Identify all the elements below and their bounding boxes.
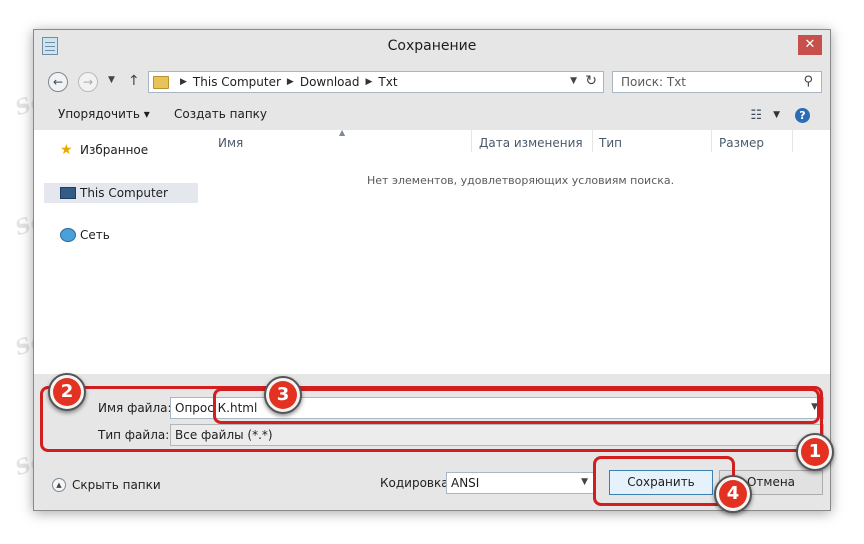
- view-options-icon[interactable]: ☷: [750, 108, 762, 123]
- address-bar[interactable]: ▶ This Computer ▶ Download ▶ Txt ▼ ↻: [148, 71, 604, 93]
- sidebar-item-label: This Computer: [80, 186, 168, 200]
- sort-ascending-icon: ▲: [339, 128, 346, 137]
- chevron-up-icon[interactable]: ▲: [52, 478, 66, 492]
- search-input[interactable]: Поиск: Txt ⚲: [612, 71, 822, 93]
- column-divider[interactable]: [792, 130, 793, 152]
- computer-icon: [60, 187, 76, 199]
- search-placeholder: Поиск: Txt: [621, 75, 687, 89]
- help-icon[interactable]: ?: [795, 108, 810, 123]
- close-button[interactable]: ✕: [798, 35, 822, 55]
- folder-icon: [153, 75, 169, 89]
- chevron-down-icon[interactable]: ▼: [570, 76, 577, 86]
- step-badge-3: 3: [264, 376, 302, 414]
- back-button[interactable]: ←: [48, 72, 68, 92]
- recent-locations-chevron-icon[interactable]: ▼: [108, 75, 115, 85]
- empty-list-message: Нет элементов, удовлетворяющих условиям …: [367, 174, 675, 187]
- column-divider[interactable]: [592, 130, 593, 152]
- sidebar-item-label: Сеть: [80, 228, 110, 242]
- new-folder-button[interactable]: Создать папку: [174, 107, 267, 121]
- column-header-size[interactable]: Размер: [719, 136, 764, 150]
- breadcrumb-item[interactable]: Download: [300, 75, 360, 89]
- step-badge-2: 2: [48, 373, 86, 411]
- chevron-right-icon[interactable]: ▶: [180, 77, 187, 87]
- column-header-name[interactable]: Имя: [218, 136, 243, 150]
- dialog-title: Сохранение: [387, 38, 477, 54]
- column-header-type[interactable]: Тип: [599, 136, 622, 150]
- organize-button[interactable]: Упорядочить ▾: [58, 107, 150, 121]
- sidebar-item-favorites[interactable]: ★ Избранное: [44, 140, 198, 160]
- search-icon[interactable]: ⚲: [803, 74, 813, 89]
- up-folder-icon[interactable]: ↑: [128, 73, 140, 89]
- hide-folders-button[interactable]: Скрыть папки: [72, 478, 161, 492]
- star-icon: ★: [60, 142, 73, 158]
- column-header-date[interactable]: Дата изменения: [479, 136, 583, 150]
- column-divider[interactable]: [711, 130, 712, 152]
- title-bar: Сохранение ✕: [34, 30, 830, 64]
- column-divider[interactable]: [471, 130, 472, 152]
- sidebar-item-network[interactable]: Сеть: [44, 225, 198, 245]
- encoding-value: ANSI: [451, 476, 480, 490]
- encoding-label: Кодировка:: [380, 476, 453, 490]
- sidebar-item-label: Избранное: [80, 143, 149, 157]
- scrollbar[interactable]: [814, 130, 830, 374]
- chevron-right-icon[interactable]: ▶: [287, 77, 294, 87]
- chevron-right-icon[interactable]: ▶: [366, 77, 373, 87]
- content-area: ★ Избранное This Computer Сеть ▲ Имя Дат…: [34, 128, 830, 374]
- highlight-filename-input: [213, 388, 820, 424]
- chevron-down-icon[interactable]: ▼: [581, 477, 588, 487]
- sidebar-item-this-computer[interactable]: This Computer: [44, 183, 198, 203]
- breadcrumb-item[interactable]: Txt: [378, 75, 397, 89]
- refresh-icon[interactable]: ↻: [585, 73, 597, 89]
- network-icon: [60, 228, 76, 242]
- encoding-select[interactable]: ANSI ▼: [446, 472, 594, 494]
- breadcrumb-item[interactable]: This Computer: [193, 75, 281, 89]
- navigation-pane: ★ Избранное This Computer Сеть: [34, 130, 202, 374]
- command-toolbar: Упорядочить ▾ Создать папку ☷ ▼ ?: [34, 102, 830, 128]
- chevron-down-icon[interactable]: ▼: [773, 110, 780, 120]
- step-badge-4: 4: [714, 475, 752, 513]
- step-badge-1: 1: [796, 433, 834, 471]
- forward-button[interactable]: →: [78, 72, 98, 92]
- navigation-bar: ← → ▼ ↑ ▶ This Computer ▶ Download ▶ Txt…: [34, 68, 830, 96]
